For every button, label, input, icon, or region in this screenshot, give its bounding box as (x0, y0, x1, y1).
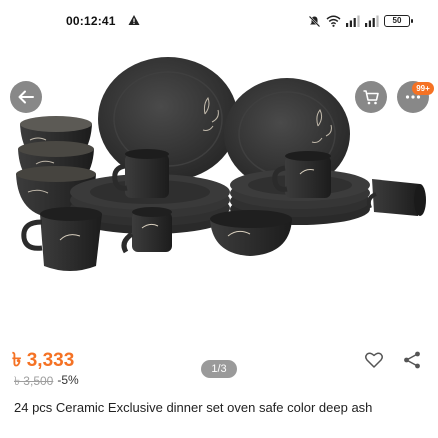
heart-icon[interactable] (364, 350, 384, 370)
back-button[interactable] (10, 81, 42, 113)
mute-icon (308, 15, 321, 27)
cart-button[interactable] (355, 81, 387, 113)
original-price-row: ৳ 3,500 -5% (14, 373, 79, 393)
bowl (210, 210, 292, 256)
battery-icon: 50 (384, 15, 413, 27)
share-icon[interactable] (402, 350, 422, 370)
discount-label: -5% (57, 373, 79, 387)
product-title: 24 pcs Ceramic Exclusive dinner set oven… (14, 400, 373, 415)
image-pager-indicator: 1/3 (201, 360, 237, 378)
notification-badge: 99+ (412, 82, 434, 95)
signal-icon (365, 15, 379, 27)
signal-icon (346, 15, 360, 27)
arrow-left-icon (18, 90, 34, 104)
price-row: ৳ 3,333 (12, 346, 74, 372)
warning-icon (128, 15, 140, 25)
status-time: 00:12:41 (66, 14, 116, 28)
status-indicators: 50 (308, 13, 413, 29)
cart-icon (363, 90, 379, 105)
status-bar: 00:12:41 50 (0, 0, 438, 44)
mug (21, 207, 102, 271)
wifi-icon (326, 15, 341, 27)
cup (366, 179, 426, 216)
original-price: ৳ 3,500 (14, 374, 54, 388)
product-image-gallery[interactable]: 99+ 1/3 (0, 44, 438, 378)
